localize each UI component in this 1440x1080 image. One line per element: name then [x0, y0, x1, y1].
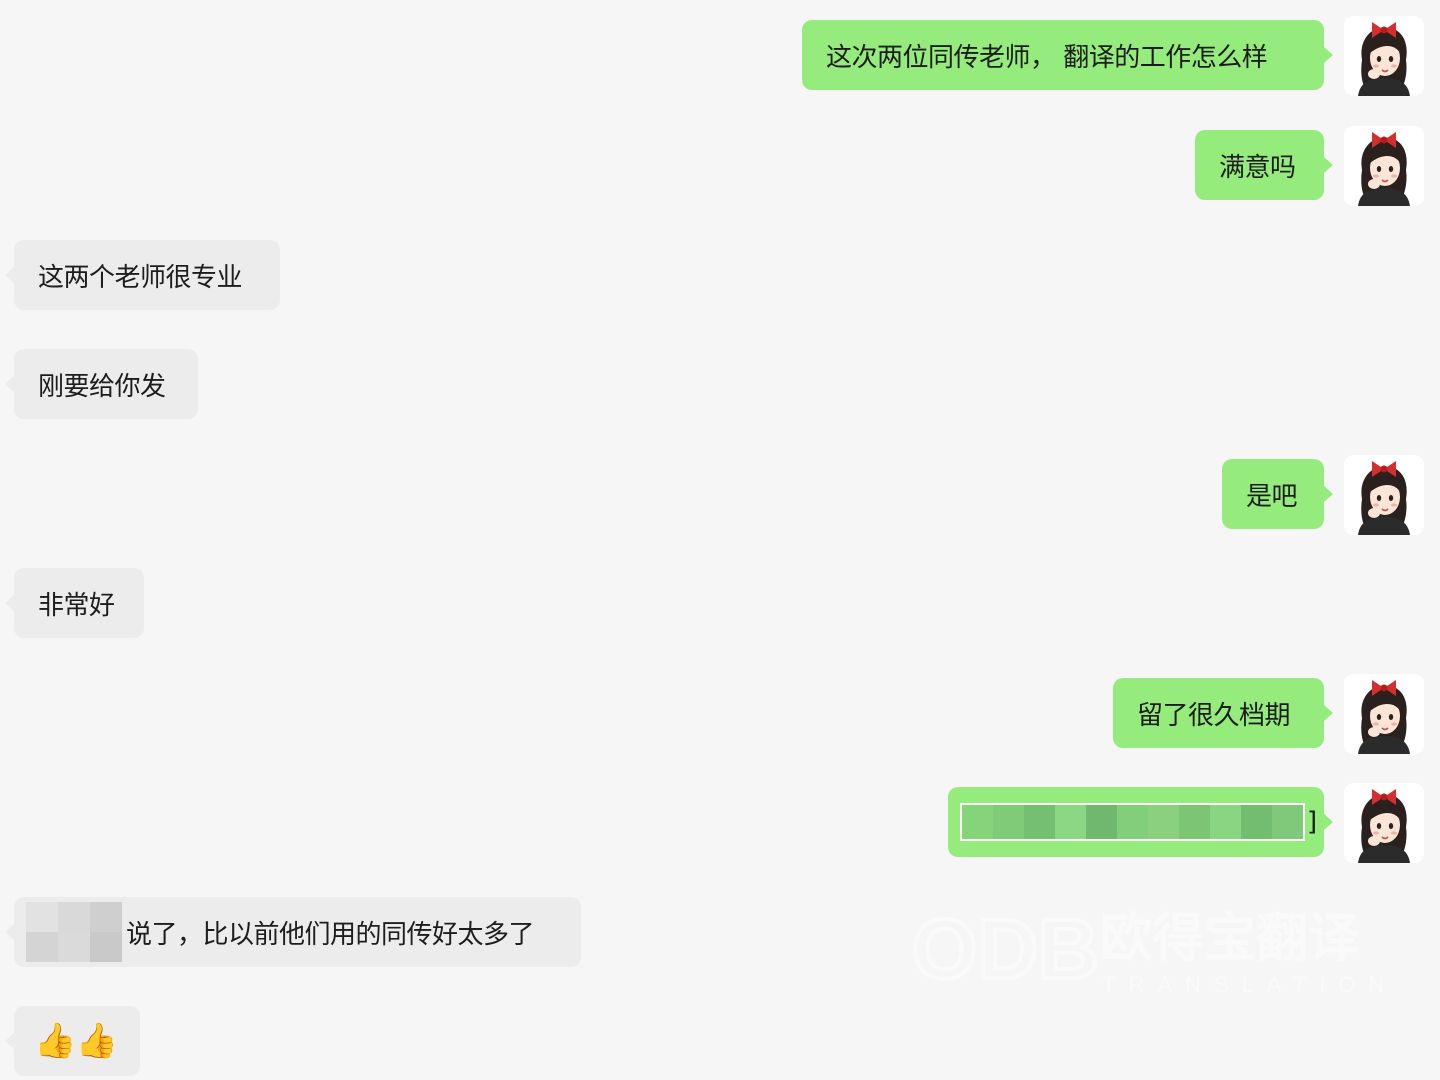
avatar-icon [1344, 16, 1424, 96]
redacted-name-mosaic [26, 902, 122, 962]
outgoing-message-bubble[interactable]: 是吧 [1222, 459, 1333, 529]
incoming-message-bubble[interactable]: 非常好 [5, 568, 144, 638]
watermark-logo: ODB 欧得宝翻译 TRANSLATION [910, 900, 1384, 1000]
user-avatar[interactable] [1344, 674, 1424, 754]
watermark-tagline: TRANSLATION [1102, 972, 1382, 997]
user-avatar[interactable] [1344, 455, 1424, 535]
outgoing-message-bubble[interactable]: 这次两位同传老师， 翻译的工作怎么样 [802, 20, 1333, 90]
avatar-icon [1344, 783, 1424, 863]
message-text: 满意吗 [1219, 152, 1296, 183]
incoming-message-bubble[interactable]: 👍👍 [5, 1006, 140, 1076]
message-text: 刚要给你发 [38, 371, 166, 402]
user-avatar[interactable] [1344, 783, 1424, 863]
avatar-icon [1344, 126, 1424, 206]
message-text: 非常好 [38, 590, 115, 621]
message-text: 是吧 [1246, 481, 1298, 512]
incoming-message-bubble[interactable]: 说了，比以前他们用的同传好太多了 [5, 897, 581, 967]
thumbs-up-icon: 👍👍 [34, 1021, 118, 1061]
message-text: 这两个老师很专业 [38, 262, 243, 293]
user-avatar[interactable] [1344, 16, 1424, 96]
avatar-icon [1344, 674, 1424, 754]
watermark-logo-text: ODB [912, 902, 1099, 996]
avatar-icon [1344, 455, 1424, 535]
outgoing-message-bubble[interactable]: 满意吗 [1195, 130, 1333, 200]
message-text: ] [1307, 807, 1317, 837]
outgoing-message-bubble[interactable]: 留了很久档期 [1113, 678, 1333, 748]
incoming-message-bubble[interactable]: 这两个老师很专业 [5, 240, 280, 310]
message-text: 说了，比以前他们用的同传好太多了 [126, 919, 535, 950]
redacted-text-mosaic [960, 803, 1305, 841]
incoming-message-bubble[interactable]: 刚要给你发 [5, 349, 198, 419]
chat-window: 这次两位同传老师， 翻译的工作怎么样 满意吗 这两个老师很专业 刚要给你发 是吧… [0, 0, 1440, 1080]
watermark-name: 欧得宝翻译 [1100, 909, 1361, 969]
outgoing-message-bubble[interactable]: ] [948, 787, 1333, 857]
message-text: 留了很久档期 [1137, 700, 1291, 731]
user-avatar[interactable] [1344, 126, 1424, 206]
message-text: 这次两位同传老师， 翻译的工作怎么样 [826, 42, 1268, 73]
